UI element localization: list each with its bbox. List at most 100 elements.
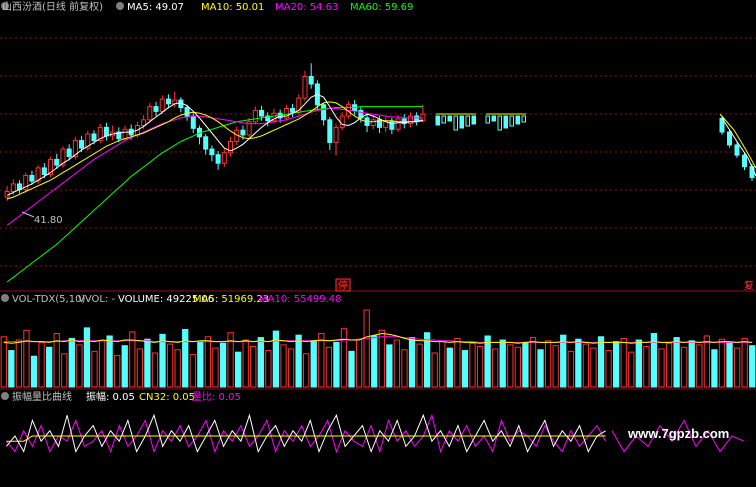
volume-bar bbox=[726, 341, 733, 388]
volume-bar bbox=[38, 341, 45, 388]
low-price-annotation: 41.80 bbox=[21, 211, 63, 226]
volume-bar bbox=[310, 340, 317, 388]
candle-body bbox=[327, 119, 333, 143]
candle-body bbox=[333, 126, 339, 143]
volume-bar bbox=[189, 354, 196, 388]
volume-bar bbox=[106, 335, 113, 388]
volume-plot bbox=[0, 309, 756, 388]
volume-bar bbox=[204, 336, 212, 388]
candle-body bbox=[203, 136, 209, 150]
ma5-label: MA5: 49.07 bbox=[127, 2, 184, 13]
candle-body bbox=[414, 115, 420, 122]
volume-bar bbox=[469, 342, 476, 388]
volume-bar bbox=[45, 346, 53, 388]
volume-ratio-label: 量比: 0.05 bbox=[192, 391, 241, 403]
vol-title: VOL-TDX(5,10) bbox=[12, 294, 85, 305]
volume-bar bbox=[544, 340, 552, 388]
volume-bar bbox=[597, 336, 605, 388]
volume-bar bbox=[333, 341, 340, 388]
volume-bar bbox=[151, 352, 159, 388]
volume-bar bbox=[348, 350, 355, 388]
candle-body bbox=[41, 167, 47, 176]
volume-bar bbox=[605, 350, 612, 388]
volume-bar bbox=[552, 345, 559, 388]
volume-bar bbox=[121, 345, 128, 388]
osc-header: 振幅量比曲线 振幅: 0.05 CN32: 0.05 量比: 0.05 bbox=[1, 390, 241, 403]
candle-body bbox=[407, 115, 414, 125]
volume-bar bbox=[159, 333, 166, 388]
ma-toggle-icon[interactable] bbox=[116, 2, 124, 10]
volume-bar bbox=[386, 344, 393, 388]
volume-bar bbox=[431, 352, 438, 388]
candle-body bbox=[302, 75, 308, 99]
volume-bar bbox=[295, 334, 302, 388]
osc-menu-icon[interactable] bbox=[1, 392, 9, 400]
volume-bar bbox=[68, 337, 75, 388]
candle-body bbox=[321, 104, 327, 121]
volume-bar bbox=[371, 335, 378, 388]
volume-bar bbox=[30, 355, 38, 388]
volume-bar bbox=[144, 338, 151, 388]
volume-bar bbox=[197, 341, 204, 388]
ma20-label: MA20: 54.63 bbox=[275, 2, 338, 13]
volume-bar bbox=[272, 330, 280, 388]
volume-bar bbox=[363, 309, 370, 388]
gap-candle-body bbox=[503, 115, 508, 129]
main-header: 山西汾酒(日线 前复权) MA5: 49.07 MA10: 50.01 MA20… bbox=[1, 0, 413, 13]
volume-bar bbox=[318, 333, 325, 388]
candle-body bbox=[141, 119, 147, 126]
volume-bar bbox=[635, 339, 642, 388]
volume-bar bbox=[454, 337, 461, 388]
volume-bar bbox=[484, 335, 491, 388]
candle-body bbox=[290, 108, 296, 113]
candle-body bbox=[54, 158, 60, 166]
volume-bar bbox=[461, 350, 469, 388]
volume-bar bbox=[560, 334, 567, 388]
fragment-body bbox=[734, 144, 740, 156]
vol-menu-icon[interactable] bbox=[1, 294, 9, 302]
candle-body bbox=[147, 106, 153, 121]
stop-tag: 停 bbox=[338, 279, 348, 292]
candle-body bbox=[103, 126, 109, 137]
volume-bar bbox=[257, 337, 264, 388]
candle-body bbox=[91, 133, 97, 142]
volume-bar bbox=[439, 341, 446, 388]
volume-bar bbox=[76, 344, 83, 388]
volume-bar bbox=[522, 341, 529, 388]
volume-bar bbox=[673, 337, 680, 388]
volume-bar bbox=[582, 343, 590, 388]
right-tag: 复 bbox=[744, 279, 754, 292]
candle-body bbox=[308, 75, 314, 85]
ma20-line bbox=[6, 108, 423, 226]
volume-bar bbox=[303, 353, 310, 388]
gap-candle-body bbox=[485, 115, 490, 124]
candlestick-plot bbox=[4, 63, 756, 283]
volume-bar bbox=[408, 337, 416, 388]
volume-bar bbox=[643, 346, 650, 388]
volume-bar bbox=[378, 329, 385, 388]
candle-body bbox=[10, 183, 16, 192]
candle-body bbox=[165, 98, 171, 105]
vvol-label: VVOL: - bbox=[78, 294, 115, 305]
volume-bar bbox=[567, 350, 574, 388]
volume-bar bbox=[325, 346, 333, 388]
low-price-label: 41.80 bbox=[34, 215, 63, 226]
ma60-label: MA60: 59.69 bbox=[350, 2, 413, 13]
vol-ma5-label: MA5: 51969.23 bbox=[193, 294, 269, 305]
volume-bar bbox=[733, 347, 741, 388]
candle-body bbox=[215, 154, 221, 164]
vol-header: VOL-TDX(5,10) VVOL: - VOLUME: 49225.06 M… bbox=[1, 294, 341, 305]
volume-bar bbox=[15, 339, 23, 388]
volume-bar bbox=[287, 348, 295, 388]
volume-bar bbox=[741, 337, 748, 388]
candle-body bbox=[66, 148, 72, 158]
candle-body bbox=[252, 109, 258, 123]
fragment-body bbox=[727, 131, 732, 146]
osc-title: 振幅量比曲线 bbox=[12, 390, 72, 403]
volume-bar bbox=[514, 346, 522, 388]
candle-body bbox=[395, 118, 401, 130]
volume-bar bbox=[212, 347, 219, 388]
volume-bar bbox=[681, 346, 688, 388]
volume-bar bbox=[401, 349, 408, 388]
volume-bar bbox=[416, 343, 423, 388]
